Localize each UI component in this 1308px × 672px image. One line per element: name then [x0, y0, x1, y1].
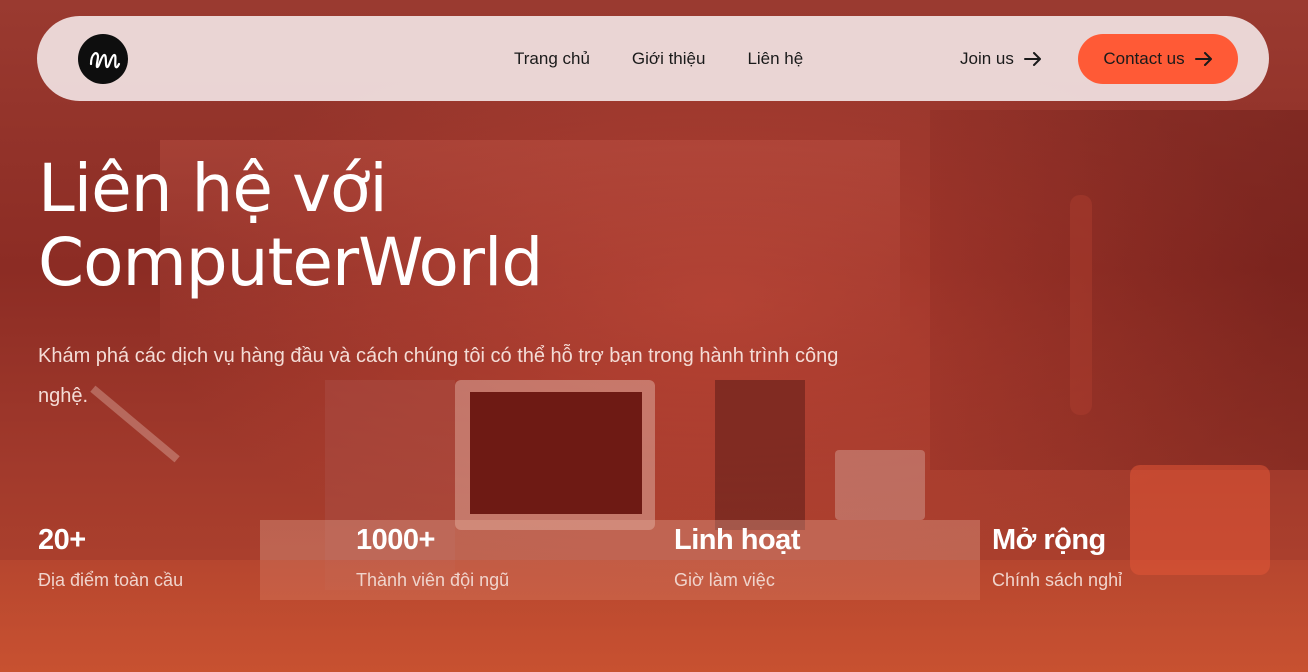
nav-links: Trang chủ Giới thiệu Liên hệ [514, 16, 803, 101]
arrow-right-icon [1023, 51, 1041, 66]
stat-team-members: 1000+ Thành viên đội ngũ [356, 518, 656, 591]
stat-label: Chính sách nghỉ [992, 570, 1123, 590]
stat-value: 20+ [38, 524, 86, 556]
join-us-label: Join us [960, 48, 1014, 68]
nav-link-about[interactable]: Giới thiệu [632, 49, 706, 69]
bg-small-monitor [835, 450, 925, 520]
stat-working-hours: Linh hoạt Giờ làm việc [674, 518, 974, 591]
navbar: Trang chủ Giới thiệu Liên hệ Join us Con… [37, 16, 1269, 101]
hero-title-line-2: ComputerWorld [38, 224, 543, 301]
stat-label: Giờ làm việc [674, 570, 775, 590]
arrow-right-icon [1194, 52, 1212, 66]
nav-link-contact[interactable]: Liên hệ [747, 49, 803, 69]
bg-wall [930, 110, 1308, 470]
stat-value: Mở rộng [992, 524, 1106, 556]
logo[interactable] [78, 34, 128, 84]
stat-value: Linh hoạt [674, 524, 800, 556]
hero-title: Liên hệ với ComputerWorld [38, 152, 838, 300]
handwritten-m-logo-icon [89, 52, 121, 69]
stat-value: 1000+ [356, 524, 435, 556]
hero-subtitle: Khám phá các dịch vụ hàng đầu và cách ch… [38, 345, 839, 407]
contact-us-label: Contact us [1103, 49, 1185, 68]
join-us-link[interactable]: Join us [960, 16, 1042, 101]
stat-leave-policy: Mở rộng Chính sách nghỉ [992, 518, 1292, 591]
nav-link-home[interactable]: Trang chủ [514, 49, 590, 69]
bg-pillar [1070, 195, 1092, 415]
stat-label: Thành viên đội ngũ [356, 570, 510, 590]
hero-title-line-1: Liên hệ với [38, 150, 388, 227]
stat-label: Địa điểm toàn cầu [38, 570, 184, 590]
stat-locations: 20+ Địa điểm toàn cầu [38, 518, 338, 591]
contact-us-button[interactable]: Contact us [1078, 34, 1238, 84]
